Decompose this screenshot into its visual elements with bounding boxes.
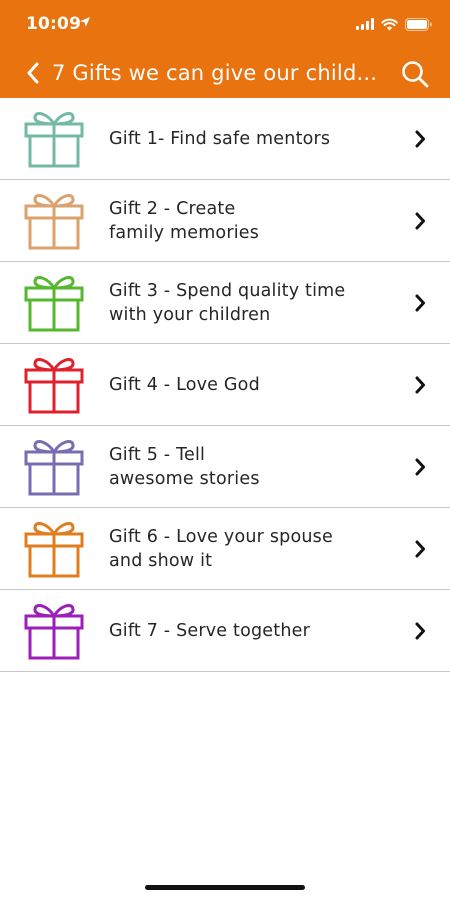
cellular-signal-icon bbox=[356, 18, 374, 30]
gift-title-line-1: Gift 4 - Love God bbox=[109, 375, 260, 395]
page-title: 7 Gifts we can give our child... bbox=[52, 61, 378, 85]
gift-box-icon bbox=[24, 440, 84, 496]
chevron-right-icon bbox=[415, 294, 425, 312]
status-time: 10:09 bbox=[26, 14, 82, 34]
gift-title-line-2: awesome stories bbox=[109, 469, 260, 489]
gift-box-icon bbox=[24, 604, 84, 660]
chevron-right-icon bbox=[415, 458, 425, 476]
gift-row-5[interactable]: Gift 5 - Tell awesome stories bbox=[0, 426, 450, 508]
app-header: 10:09 7 Gifts we can give our child... bbox=[0, 0, 450, 98]
gift-box-icon bbox=[24, 358, 84, 414]
gift-title-line-2: family memories bbox=[109, 223, 260, 243]
back-button[interactable] bbox=[20, 58, 46, 88]
gift-box-icon bbox=[24, 112, 84, 168]
gift-title-line-1: Gift 1- Find safe mentors bbox=[109, 129, 331, 149]
gift-label: Gift 7 - Serve together bbox=[109, 590, 389, 672]
wifi-icon bbox=[381, 18, 398, 31]
gift-title-line-2: with your children bbox=[109, 305, 271, 325]
gift-label: Gift 5 - Tell awesome stories bbox=[109, 426, 389, 508]
gift-label: Gift 4 - Love God bbox=[109, 344, 389, 426]
gift-title-line-1: Gift 6 - Love your spouse bbox=[109, 527, 333, 547]
gift-label: Gift 3 - Spend quality time with your chi… bbox=[109, 262, 389, 344]
gift-row-7[interactable]: Gift 7 - Serve together bbox=[0, 590, 450, 672]
gift-row-4[interactable]: Gift 4 - Love God bbox=[0, 344, 450, 426]
gift-row-3[interactable]: Gift 3 - Spend quality time with your chi… bbox=[0, 262, 450, 344]
gift-list: Gift 1- Find safe mentors Gift 2 - Create… bbox=[0, 98, 450, 672]
navigation-bar: 7 Gifts we can give our child... bbox=[0, 48, 450, 98]
battery-icon bbox=[405, 17, 432, 31]
location-arrow-icon bbox=[80, 17, 90, 27]
gift-label: Gift 6 - Love your spouse and show it bbox=[109, 508, 389, 590]
gift-title-line-1: Gift 2 - Create bbox=[109, 199, 236, 219]
gift-row-6[interactable]: Gift 6 - Love your spouse and show it bbox=[0, 508, 450, 590]
gift-box-icon bbox=[24, 194, 84, 250]
gift-title-line-1: Gift 7 - Serve together bbox=[109, 621, 310, 641]
gift-title-line-1: Gift 3 - Spend quality time bbox=[109, 281, 346, 301]
gift-title-line-2: and show it bbox=[109, 551, 213, 571]
home-indicator[interactable] bbox=[145, 885, 305, 890]
chevron-right-icon bbox=[415, 540, 425, 558]
gift-row-1[interactable]: Gift 1- Find safe mentors bbox=[0, 98, 450, 180]
gift-box-icon bbox=[24, 522, 84, 578]
gift-box-icon bbox=[24, 276, 84, 332]
gift-label: Gift 1- Find safe mentors bbox=[109, 98, 389, 180]
chevron-right-icon bbox=[415, 376, 425, 394]
gift-title-line-1: Gift 5 - Tell bbox=[109, 445, 206, 465]
search-icon bbox=[402, 61, 429, 88]
chevron-right-icon bbox=[415, 212, 425, 230]
gift-label: Gift 2 - Create family memories bbox=[109, 180, 389, 262]
chevron-left-icon bbox=[27, 62, 39, 84]
chevron-right-icon bbox=[415, 622, 425, 640]
status-icons bbox=[356, 14, 432, 34]
status-bar: 10:09 bbox=[0, 0, 450, 48]
search-button[interactable] bbox=[400, 59, 430, 89]
chevron-right-icon bbox=[415, 130, 425, 148]
gift-row-2[interactable]: Gift 2 - Create family memories bbox=[0, 180, 450, 262]
